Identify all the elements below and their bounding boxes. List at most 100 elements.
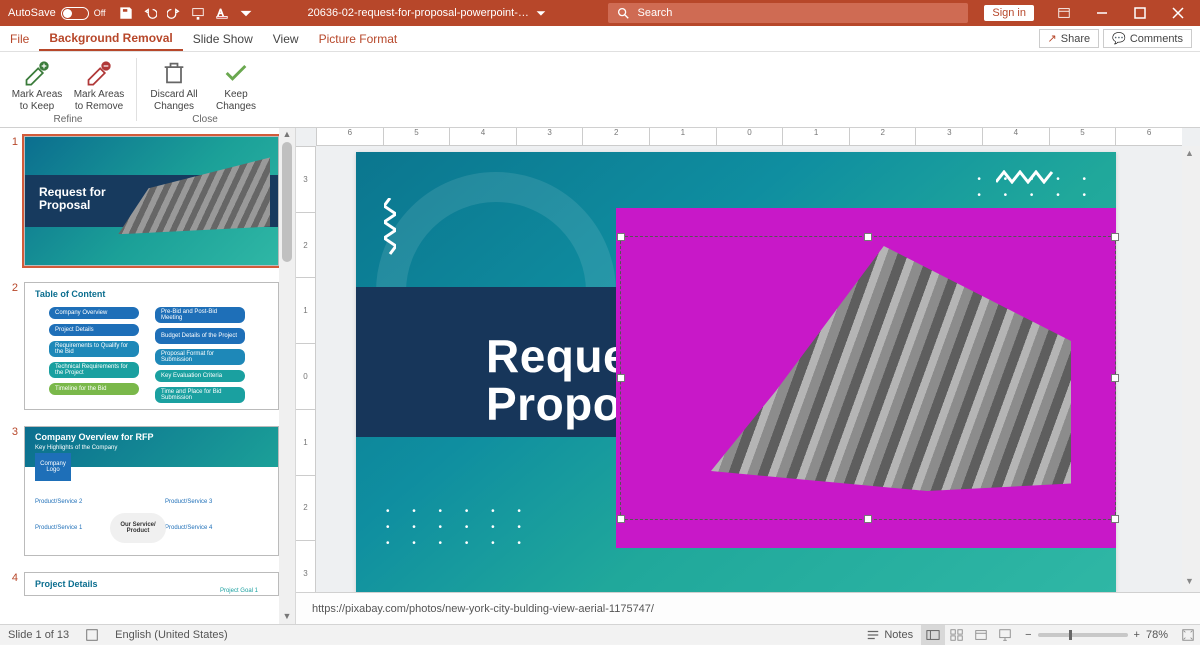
ribbon-display-icon[interactable] (1046, 0, 1082, 26)
thumbnail-image[interactable]: Table of Content Company Overview Projec… (24, 282, 279, 410)
thumbnail-3[interactable]: 3 Company Overview for RFP Key Highlight… (0, 418, 295, 564)
slide-canvas-area[interactable]: 6 5 4 3 2 1 0 1 2 3 4 5 6 3 2 1 0 1 2 3 … (296, 128, 1200, 624)
fit-to-window-button[interactable] (1176, 625, 1200, 645)
notes-toggle[interactable]: Notes (858, 628, 921, 642)
thumbnail-image[interactable]: Company Overview for RFP Key Highlights … (24, 426, 279, 556)
scroll-down-icon[interactable]: ▼ (281, 611, 293, 623)
zoom-control: − + 78% (1017, 629, 1176, 641)
t: Product/Service 3 (165, 499, 212, 505)
mark-areas-keep-button[interactable]: Mark Areas to Keep (10, 58, 64, 112)
slide-indicator[interactable]: Slide 1 of 13 (0, 629, 77, 641)
canvas-scrollbar-vertical[interactable]: ▲ ▼ ▲ ▼ (1182, 146, 1200, 614)
redo-icon[interactable] (162, 1, 186, 25)
view-reading-button[interactable] (969, 625, 993, 645)
tab-picture-format[interactable]: Picture Format (309, 26, 408, 51)
font-color-icon[interactable]: A (210, 1, 234, 25)
crop-handle-nw[interactable] (617, 233, 625, 241)
keep-changes-button[interactable]: Keep Changes (209, 58, 263, 112)
tick: 3 (303, 569, 307, 578)
thumbnail-4[interactable]: 4 Project Details Project Goal 1 (0, 564, 295, 604)
comments-label: Comments (1130, 33, 1183, 45)
label: Discard All (150, 89, 197, 101)
view-normal-button[interactable] (921, 625, 945, 645)
share-button[interactable]: ↗Share (1039, 29, 1100, 48)
zoom-slider[interactable] (1038, 633, 1128, 637)
search-input[interactable]: Search (608, 3, 968, 23)
pencil-plus-icon (23, 60, 51, 86)
thumbnail-number: 1 (6, 136, 18, 266)
save-icon[interactable] (114, 1, 138, 25)
comments-button[interactable]: 💬 Comments (1103, 29, 1192, 48)
thumbnail-number: 2 (6, 282, 18, 410)
maximize-button[interactable] (1122, 0, 1158, 26)
thumbnail-scrollbar[interactable]: ▲ ▼ (279, 128, 295, 624)
group-label-refine: Refine (54, 114, 83, 125)
crop-handle-sw[interactable] (617, 515, 625, 523)
thumbnail-1[interactable]: 1 Request forProposal (0, 128, 295, 274)
label: Changes (216, 101, 256, 113)
zoom-in-button[interactable]: + (1134, 629, 1140, 641)
autosave-label: AutoSave (8, 7, 56, 19)
label: Keep (224, 89, 247, 101)
mark-areas-remove-button[interactable]: Mark Areas to Remove (72, 58, 126, 112)
label: Notes (884, 629, 913, 641)
comment-icon: 💬 (1112, 32, 1126, 45)
main-area: 1 Request forProposal 2 Table of Content… (0, 128, 1200, 624)
crop-handle-s[interactable] (864, 515, 872, 523)
scrollbar-thumb[interactable] (282, 142, 292, 262)
crop-handle-e[interactable] (1111, 374, 1119, 382)
autosave-control[interactable]: AutoSave Off (0, 7, 114, 20)
slide[interactable]: • • • • •• • • • •• • • • • • • • • • ••… (356, 152, 1116, 592)
tick: 3 (303, 175, 307, 184)
deco-dots: • • • • • •• • • • • •• • • • • • (386, 504, 531, 552)
zoom-out-button[interactable]: − (1025, 629, 1031, 641)
view-slideshow-button[interactable] (993, 625, 1017, 645)
autosave-toggle[interactable] (61, 7, 89, 20)
logo: Company Logo (35, 453, 71, 481)
l1: Reque (486, 330, 629, 382)
tab-slide-show[interactable]: Slide Show (183, 26, 263, 51)
thumbnail-2[interactable]: 2 Table of Content Company Overview Proj… (0, 274, 295, 418)
minimize-button[interactable] (1084, 0, 1120, 26)
title-bar: AutoSave Off A 20636-02-request-for-prop… (0, 0, 1200, 26)
thumbnail-image[interactable]: Project Details Project Goal 1 (24, 572, 279, 596)
discard-changes-button[interactable]: Discard All Changes (147, 58, 201, 112)
accessibility-icon[interactable] (77, 628, 107, 642)
p: Budget Details of the Project (155, 328, 245, 344)
crop-marquee[interactable] (620, 236, 1116, 520)
tick: 2 (303, 241, 307, 250)
crop-handle-ne[interactable] (1111, 233, 1119, 241)
close-button[interactable] (1160, 0, 1196, 26)
thumbnail-panel[interactable]: 1 Request forProposal 2 Table of Content… (0, 128, 296, 624)
document-title-text: 20636-02-request-for-proposal-powerpoint… (308, 7, 530, 19)
zoom-slider-thumb[interactable] (1069, 630, 1072, 640)
language-indicator[interactable]: English (United States) (107, 629, 236, 641)
t: Product/Service 2 (35, 499, 82, 505)
qat-more-icon[interactable] (234, 1, 258, 25)
crop-handle-w[interactable] (617, 374, 625, 382)
sign-in-button[interactable]: Sign in (984, 5, 1034, 21)
scroll-up-icon[interactable]: ▲ (281, 129, 293, 141)
document-title[interactable]: 20636-02-request-for-proposal-powerpoint… (308, 6, 548, 20)
crop-handle-n[interactable] (864, 233, 872, 241)
thumbnail-image[interactable]: Request forProposal (24, 136, 279, 266)
ruler-horizontal: 6 5 4 3 2 1 0 1 2 3 4 5 6 (316, 128, 1182, 146)
p: Pre-Bid and Post-Bid Meeting (155, 307, 245, 323)
ribbon-group-refine: Mark Areas to Keep Mark Areas to Remove … (0, 52, 136, 127)
scroll-down-icon[interactable]: ▼ (1185, 576, 1194, 586)
view-sorter-button[interactable] (945, 625, 969, 645)
zoom-value[interactable]: 78% (1146, 629, 1168, 641)
tab-background-removal[interactable]: Background Removal (39, 26, 182, 51)
tab-view[interactable]: View (263, 26, 309, 51)
slideshow-start-icon[interactable] (186, 1, 210, 25)
notes-pane[interactable]: https://pixabay.com/photos/new-york-city… (296, 592, 1200, 624)
notes-text[interactable]: https://pixabay.com/photos/new-york-city… (296, 603, 654, 615)
tab-file[interactable]: File (0, 26, 39, 51)
selected-picture[interactable] (616, 208, 1116, 548)
search-icon (616, 6, 630, 20)
scroll-up-icon[interactable]: ▲ (1185, 148, 1194, 158)
pencil-minus-icon (85, 60, 113, 86)
undo-icon[interactable] (138, 1, 162, 25)
crop-handle-se[interactable] (1111, 515, 1119, 523)
tick: 2 (880, 128, 884, 137)
